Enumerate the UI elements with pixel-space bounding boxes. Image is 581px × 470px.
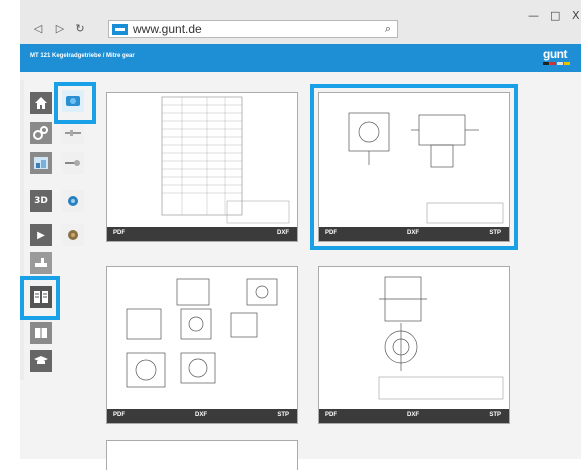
pdf-link[interactable]: PDF (325, 412, 337, 418)
book-icon (35, 328, 47, 338)
part-thumbnail-1[interactable] (62, 122, 84, 144)
bearing-icon (68, 196, 78, 206)
document-format-bar: PDF DXF STP (319, 409, 509, 423)
favicon-icon (112, 24, 128, 35)
app-window: ◁ ▷ ↻ www.gunt.de ⌕ — □ X MT 121 Kegelra… (0, 0, 581, 470)
home-button[interactable] (30, 92, 52, 114)
stp-link[interactable]: STP (277, 412, 289, 418)
image-icon (34, 157, 48, 169)
sidebar-edge (20, 80, 24, 380)
forward-icon[interactable]: ▷ (54, 22, 66, 36)
back-icon[interactable]: ◁ (32, 22, 44, 36)
view-3d-icon: 3D (34, 196, 48, 206)
language-flags[interactable] (543, 62, 571, 65)
part-thumbnail-3[interactable] (62, 190, 84, 212)
graduation-cap-icon (34, 356, 48, 364)
gear-part-icon (68, 230, 78, 240)
pin-icon (65, 160, 80, 166)
search-icon[interactable]: ⌕ (385, 22, 391, 36)
gears-icon (33, 126, 48, 140)
partial-drawing (107, 441, 297, 456)
flag-fr-icon[interactable] (557, 62, 563, 65)
active-documents-highlight (20, 276, 60, 320)
document-format-bar: PDF DXF (107, 227, 297, 241)
app-header: MT 121 Kegelradgetriebe / Mitre gear gun… (20, 44, 581, 72)
address-bar[interactable]: www.gunt.de ⌕ (108, 20, 398, 38)
logo-text: gunt (543, 47, 568, 61)
flag-es-icon[interactable] (564, 62, 570, 65)
flag-en-icon[interactable] (550, 62, 556, 65)
pdf-link[interactable]: PDF (113, 230, 125, 236)
play-button[interactable]: ▶ (30, 224, 52, 246)
dxf-link[interactable]: DXF (407, 412, 419, 418)
url-text: www.gunt.de (133, 22, 202, 36)
stp-link[interactable]: STP (489, 412, 501, 418)
close-icon[interactable]: X (572, 10, 580, 22)
assembly-button[interactable] (30, 122, 52, 144)
selected-document-highlight (310, 84, 518, 250)
shaft-drawing (319, 267, 509, 409)
home-icon (35, 97, 47, 109)
parts-list-drawing (107, 93, 297, 227)
shaft-icon (65, 130, 81, 136)
housing-drawing (107, 267, 297, 409)
dxf-link[interactable]: DXF (195, 412, 207, 418)
minimize-icon[interactable]: — (528, 10, 539, 22)
view-3d-button[interactable]: 3D (30, 190, 52, 212)
pdf-link[interactable]: PDF (113, 412, 125, 418)
document-card-housing-drawing[interactable]: PDF DXF STP (106, 266, 298, 424)
gunt-logo[interactable]: gunt (543, 48, 571, 68)
images-button[interactable] (30, 152, 52, 174)
document-card-partial[interactable] (106, 440, 298, 470)
part-thumbnail-2[interactable] (62, 152, 84, 174)
dxf-link[interactable]: DXF (277, 230, 289, 236)
document-card-shaft-drawing[interactable]: PDF DXF STP (318, 266, 510, 424)
maximize-icon[interactable]: □ (550, 10, 560, 22)
document-card-parts-list[interactable]: PDF DXF (106, 92, 298, 242)
reload-icon[interactable]: ↻ (74, 22, 86, 36)
book-button[interactable] (30, 322, 52, 344)
tools-button[interactable] (30, 252, 52, 274)
document-format-bar: PDF DXF STP (107, 409, 297, 423)
tools-icon (35, 258, 47, 267)
page-title: MT 121 Kegelradgetriebe / Mitre gear (30, 53, 135, 59)
browser-toolbar: ◁ ▷ ↻ www.gunt.de ⌕ — □ X (20, 0, 581, 44)
active-model-highlight (54, 82, 96, 124)
play-icon: ▶ (37, 229, 45, 241)
education-button[interactable] (30, 350, 52, 372)
flag-de-icon[interactable] (543, 62, 549, 65)
part-thumbnail-4[interactable] (62, 224, 84, 246)
